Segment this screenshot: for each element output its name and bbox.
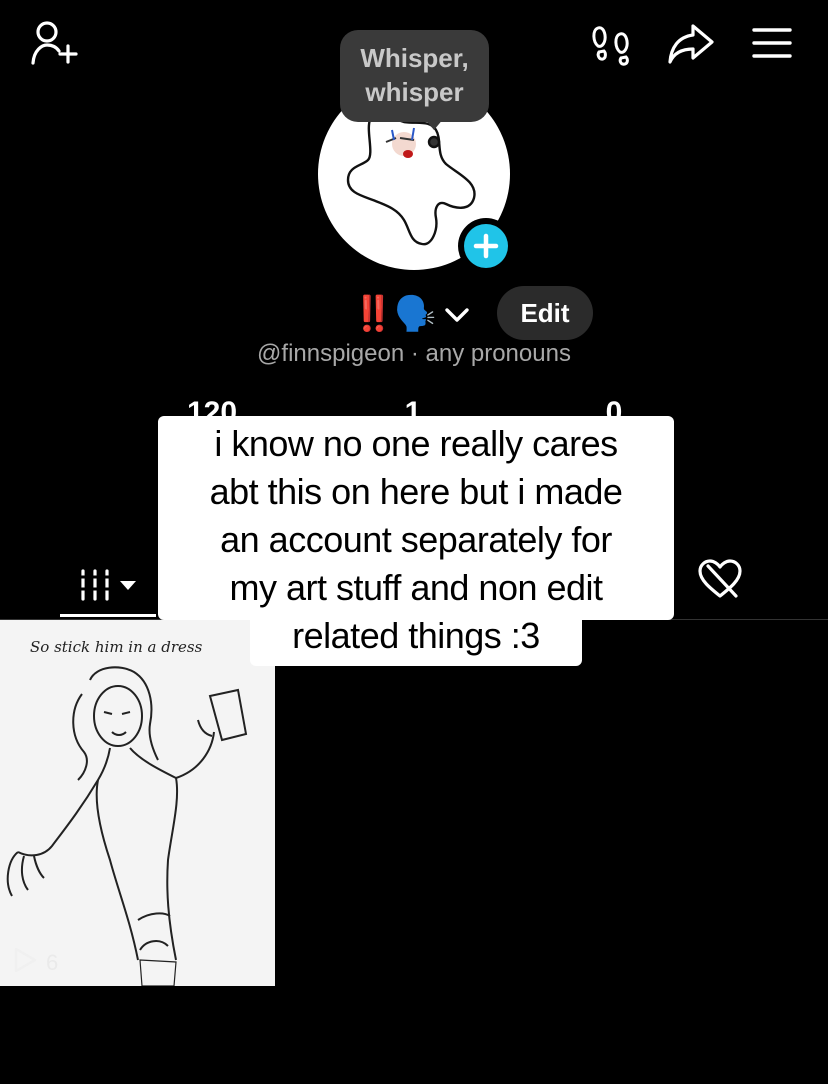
chevron-down-icon[interactable] — [443, 295, 471, 334]
video-views: 6 — [12, 946, 58, 980]
status-tooltip[interactable]: Whisper, whisper — [340, 30, 489, 122]
caption-line: an account separately for — [220, 519, 612, 560]
tooltip-line-1: Whisper, — [360, 43, 469, 73]
add-avatar-button[interactable] — [458, 218, 514, 274]
separator-dot: · — [404, 340, 426, 367]
view-count: 6 — [46, 950, 59, 975]
caption-line: related things :3 — [292, 615, 540, 656]
tooltip-line-2: whisper — [365, 77, 464, 107]
active-tab-underline — [60, 614, 156, 617]
video-thumbnail[interactable] — [0, 620, 275, 986]
tab-liked[interactable] — [696, 558, 744, 607]
pronouns: any pronouns — [425, 340, 571, 367]
tab-videos[interactable] — [60, 556, 156, 618]
share-arrow-icon[interactable] — [666, 22, 716, 66]
hamburger-menu-icon[interactable] — [752, 26, 792, 60]
display-name: ‼️🗣️ — [352, 295, 437, 333]
plus-icon — [464, 224, 508, 268]
caption-line: i know no one really cares — [214, 423, 618, 464]
grid-videos-icon — [77, 565, 113, 610]
caption-line: my art stuff and non edit — [229, 567, 603, 608]
handle-pronouns: @finnspigeon · any pronouns — [0, 340, 828, 368]
tab-dropdown-icon — [119, 578, 137, 596]
play-icon — [12, 946, 38, 980]
footprints-icon[interactable] — [590, 22, 634, 66]
edit-profile-button[interactable]: Edit — [497, 286, 593, 340]
username-handle: @finnspigeon — [257, 340, 405, 367]
story-caption: i know no one really cares abt this on h… — [158, 420, 674, 660]
caption-line: abt this on here but i made — [209, 471, 623, 512]
liked-heart-hidden-icon — [696, 559, 744, 606]
display-name-row[interactable]: ‼️🗣️ — [352, 292, 471, 336]
tooltip-tail — [424, 118, 444, 130]
add-friend-icon[interactable] — [30, 20, 80, 66]
